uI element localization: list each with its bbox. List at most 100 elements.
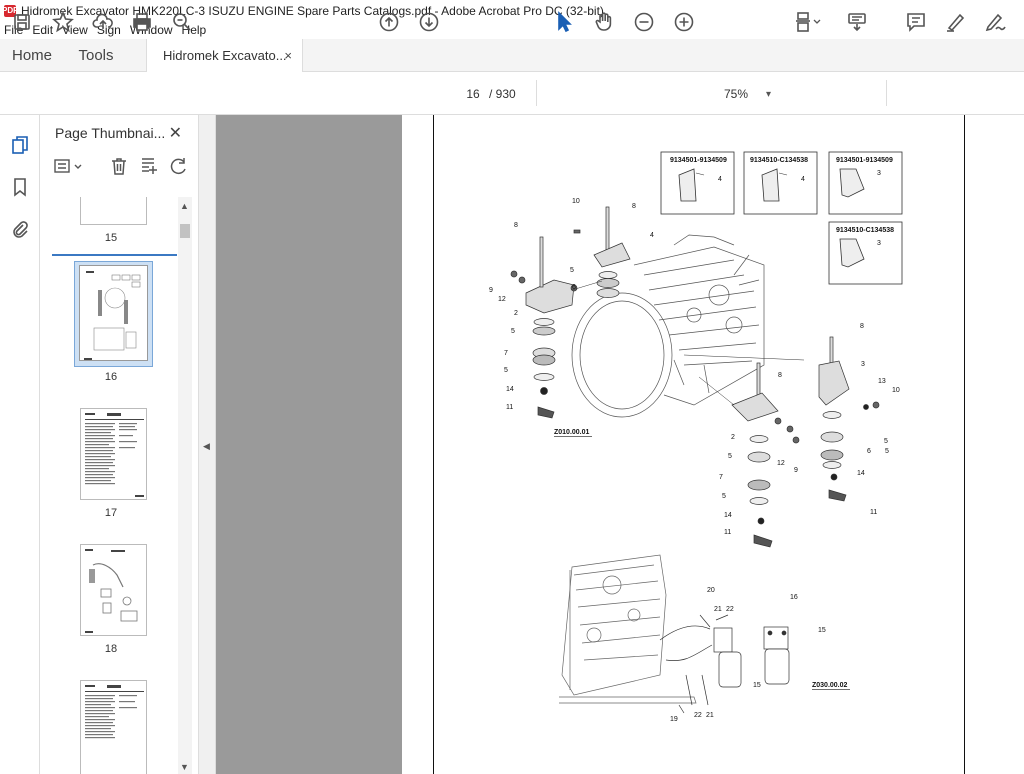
comment-icon[interactable] [905,10,927,34]
callout: 21 [706,712,714,719]
toolbar-divider [886,80,887,106]
callout: 5 [570,267,574,274]
toolbar-divider [536,80,537,106]
fill-sign-icon[interactable] [984,10,1008,34]
variant-box: 9134510-C134538 3 [828,221,903,285]
callout: 14 [506,386,514,393]
leader-lines [571,280,805,406]
thumbnail-scrollbar[interactable]: ▲ ▼ [178,197,192,774]
share-upload-icon[interactable] [92,10,114,34]
left-rail [0,115,40,774]
read-mode-icon[interactable] [846,10,868,34]
callout: 8 [778,372,782,379]
callout: 10 [892,387,900,394]
scroll-down-icon[interactable]: ▼ [180,762,189,772]
save-icon[interactable] [12,10,32,34]
chevron-left-icon[interactable]: ◀ [203,441,210,452]
page-total: / 930 [489,87,516,101]
variant-box: 9134501-9134509 4 [660,151,735,215]
panel-collapse-handle[interactable]: ◀ [199,115,216,774]
variant-box-title: 9134510-C134538 [750,157,808,164]
callout: 19 [670,716,678,723]
insert-page-icon[interactable] [139,156,159,179]
callout: 6 [867,448,871,455]
panel-close-icon[interactable]: ✕ [169,123,182,143]
thumbnail-label: 16 [104,371,118,383]
tab-tools[interactable]: Tools [68,39,124,72]
scrollbar-thumb[interactable] [180,224,190,238]
callout: 5 [884,438,888,445]
hand-tool-icon[interactable] [593,10,615,34]
page-thumbnail-18[interactable] [80,544,147,636]
callout: 11 [724,529,731,536]
callout: 8 [860,323,864,330]
rotate-page-icon[interactable] [169,156,189,179]
variant-box: 9134501-9134509 3 [828,151,903,215]
page-layout-icon[interactable] [795,10,823,34]
select-cursor-icon[interactable] [554,10,574,34]
callout: 8 [632,203,636,210]
next-page-icon[interactable] [418,10,440,34]
zoom-in-icon[interactable] [673,10,695,34]
page-number-field[interactable]: 16 / 930 [457,84,517,104]
callout: 22 [694,712,702,719]
page-thumbnail-19[interactable] [80,680,147,774]
chevron-down-icon: ▾ [766,88,772,100]
filter-engine-illustration [559,554,697,704]
parts-diagram: 9134501-9134509 4 9134510-C134538 4 9134… [489,151,903,723]
delete-page-icon[interactable] [109,156,129,179]
callout: 3 [877,170,881,177]
page-thumbnails-icon[interactable] [10,135,30,155]
zoom-out-icon[interactable] [633,10,655,34]
callout: 20 [707,587,715,594]
zoom-level-select[interactable]: 75% ▾ [712,84,774,104]
callout: 2 [514,310,518,317]
page-current[interactable]: 16 [457,87,489,101]
print-icon[interactable] [131,10,153,34]
bookmark-star-icon[interactable] [52,10,74,34]
callouts-top: 10 8 8 4 9 12 5 6 2 5 7 5 14 11 Z010.00.… [489,198,654,437]
callout: 12 [498,296,506,303]
callout: 13 [878,378,886,385]
scroll-up-icon[interactable]: ▲ [180,201,189,211]
previous-page-icon[interactable] [378,10,400,34]
callout: 9 [489,287,493,294]
thumbnails-panel: Page Thumbnai... ✕ 15 16 17 18 [41,115,199,774]
highlight-pen-icon[interactable] [944,10,966,34]
callout: 4 [801,176,805,183]
page-thumbnail-16[interactable] [79,265,148,361]
thumbnail-label: 17 [104,507,118,519]
fuel-filter-assembly [659,614,790,714]
callout: 3 [861,361,865,368]
tab-document-label: Hidromek Excavato... [163,48,287,63]
thumbnail-list: 15 16 17 18 [41,197,181,774]
callout: 14 [724,512,732,519]
search-zoom-icon[interactable] [171,10,193,34]
callouts-bottom: 20 21 22 16 15 15 19 22 21 Z030.00.02 [670,587,850,723]
variant-box-title: 9134501-9134509 [670,157,727,164]
callout: 9 [794,467,798,474]
attachments-icon[interactable] [10,219,30,239]
middle-mount-assembly [731,362,800,548]
callouts-right: 8 8 3 13 10 2 5 12 9 7 5 14 11 5 6 5 14 … [719,323,900,536]
tab-home[interactable]: Home [4,39,60,72]
tab-document[interactable]: Hidromek Excavato... × [146,39,303,72]
tab-close-icon[interactable]: × [284,48,292,63]
callout: 4 [718,176,722,183]
menu-edit[interactable]: Edit [32,23,53,37]
thumbnail-options-icon[interactable] [53,157,85,178]
page-thumbnail-17[interactable] [80,408,147,500]
variant-box-title: 9134501-9134509 [836,157,893,164]
callout: 16 [790,594,798,601]
callout: 5 [722,493,726,500]
page-thumbnail[interactable] [80,197,147,225]
thumbnail-selected-frame[interactable] [74,261,153,367]
callout: 2 [731,434,735,441]
selection-divider [52,254,177,256]
callout: 7 [504,350,508,357]
variant-box: 9134510-C134538 4 [743,151,818,215]
zoom-value: 75% [724,87,749,101]
callout: 11 [506,404,513,411]
thumbnail-label: 15 [104,232,118,244]
bookmarks-icon[interactable] [10,177,30,197]
